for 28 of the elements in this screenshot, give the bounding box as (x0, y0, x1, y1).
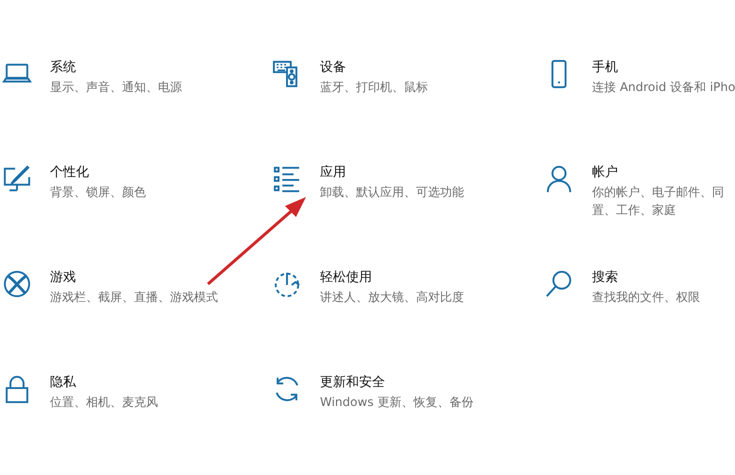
setting-description: 你的帐户、电子邮件、同 (592, 184, 724, 201)
person-icon (544, 164, 574, 194)
setting-title[interactable]: 游戏 (50, 268, 218, 288)
setting-description: 置、工作、家庭 (592, 202, 677, 219)
setting-description: 背景、锁屏、颜色 (50, 184, 146, 201)
setting-description: 显示、声音、通知、电源 (50, 79, 182, 96)
circle-x-icon (2, 269, 32, 299)
setting-title[interactable]: 轻松使用 (320, 268, 464, 288)
setting-title[interactable]: 搜索 (592, 268, 700, 288)
setting-description: 游戏栏、截屏、直播、游戏模式 (50, 289, 218, 306)
setting-description: 位置、相机、麦克风 (50, 394, 158, 411)
paintbrush-monitor-icon (2, 164, 32, 194)
setting-description: Windows 更新、恢复、备份 (320, 394, 474, 411)
setting-title[interactable]: 隐私 (50, 373, 158, 393)
setting-description: 卸载、默认应用、可选功能 (320, 184, 464, 201)
list-icon (272, 164, 302, 194)
setting-description: 蓝牙、打印机、鼠标 (320, 79, 428, 96)
setting-title[interactable]: 设备 (320, 58, 428, 78)
setting-title[interactable]: 应用 (320, 163, 464, 183)
setting-title[interactable]: 手机 (592, 58, 735, 78)
setting-description: 连接 Android 设备和 iPho (592, 79, 735, 96)
setting-description: 查找我的文件、权限 (592, 289, 700, 306)
setting-title[interactable]: 系统 (50, 58, 182, 78)
setting-title[interactable]: 帐户 (592, 163, 724, 183)
search-icon (544, 269, 574, 299)
setting-description: 讲述人、放大镜、高对比度 (320, 289, 464, 306)
setting-title[interactable]: 个性化 (50, 163, 146, 183)
setting-title[interactable]: 更新和安全 (320, 373, 474, 393)
